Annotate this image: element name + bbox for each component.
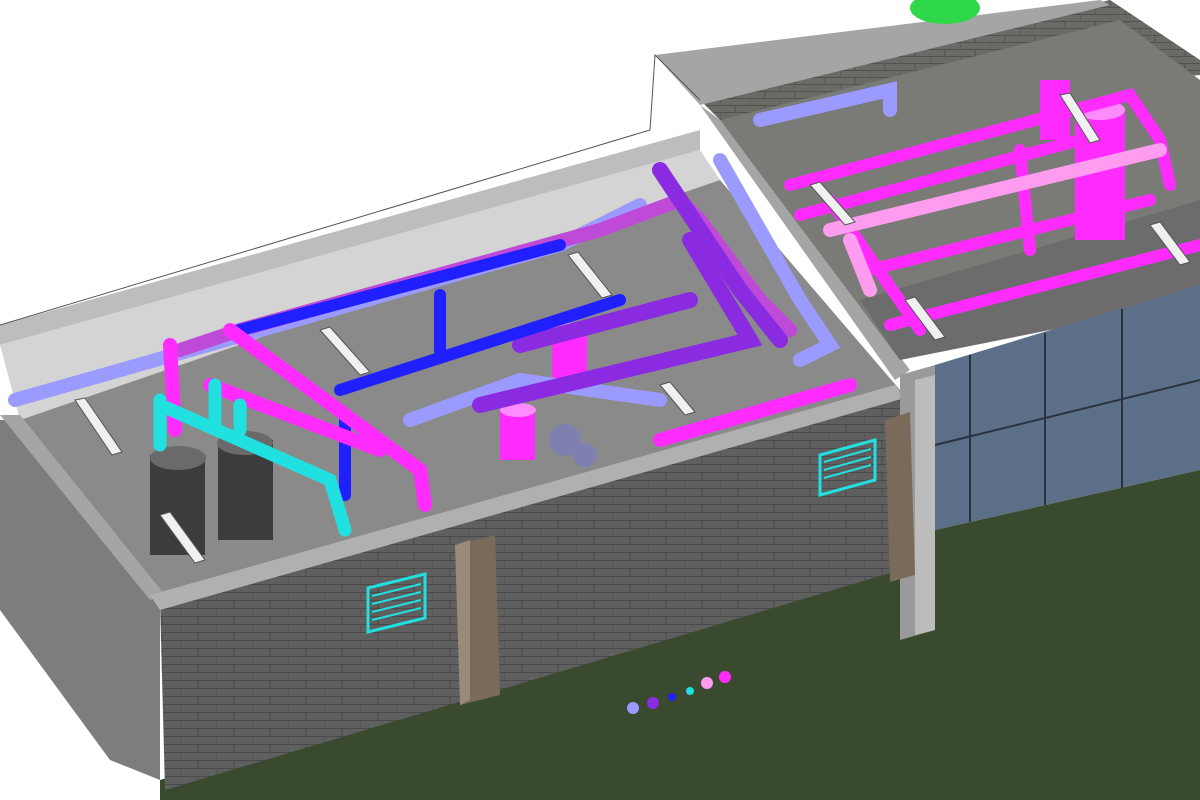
model-viewport[interactable] — [0, 0, 1200, 800]
legend-dot-chw-supply — [719, 671, 731, 683]
legend-dot-hw-return — [627, 702, 639, 714]
legend-dot-light — [701, 677, 713, 689]
legend-dot-hw-supply — [647, 697, 659, 709]
legend-dot-condenser — [686, 687, 694, 695]
mep-model-canvas — [0, 0, 1200, 800]
pilaster-right — [885, 412, 915, 582]
buffer-tank — [500, 403, 536, 460]
divider-column-face — [915, 375, 935, 635]
legend-dot-domestic — [668, 693, 676, 701]
